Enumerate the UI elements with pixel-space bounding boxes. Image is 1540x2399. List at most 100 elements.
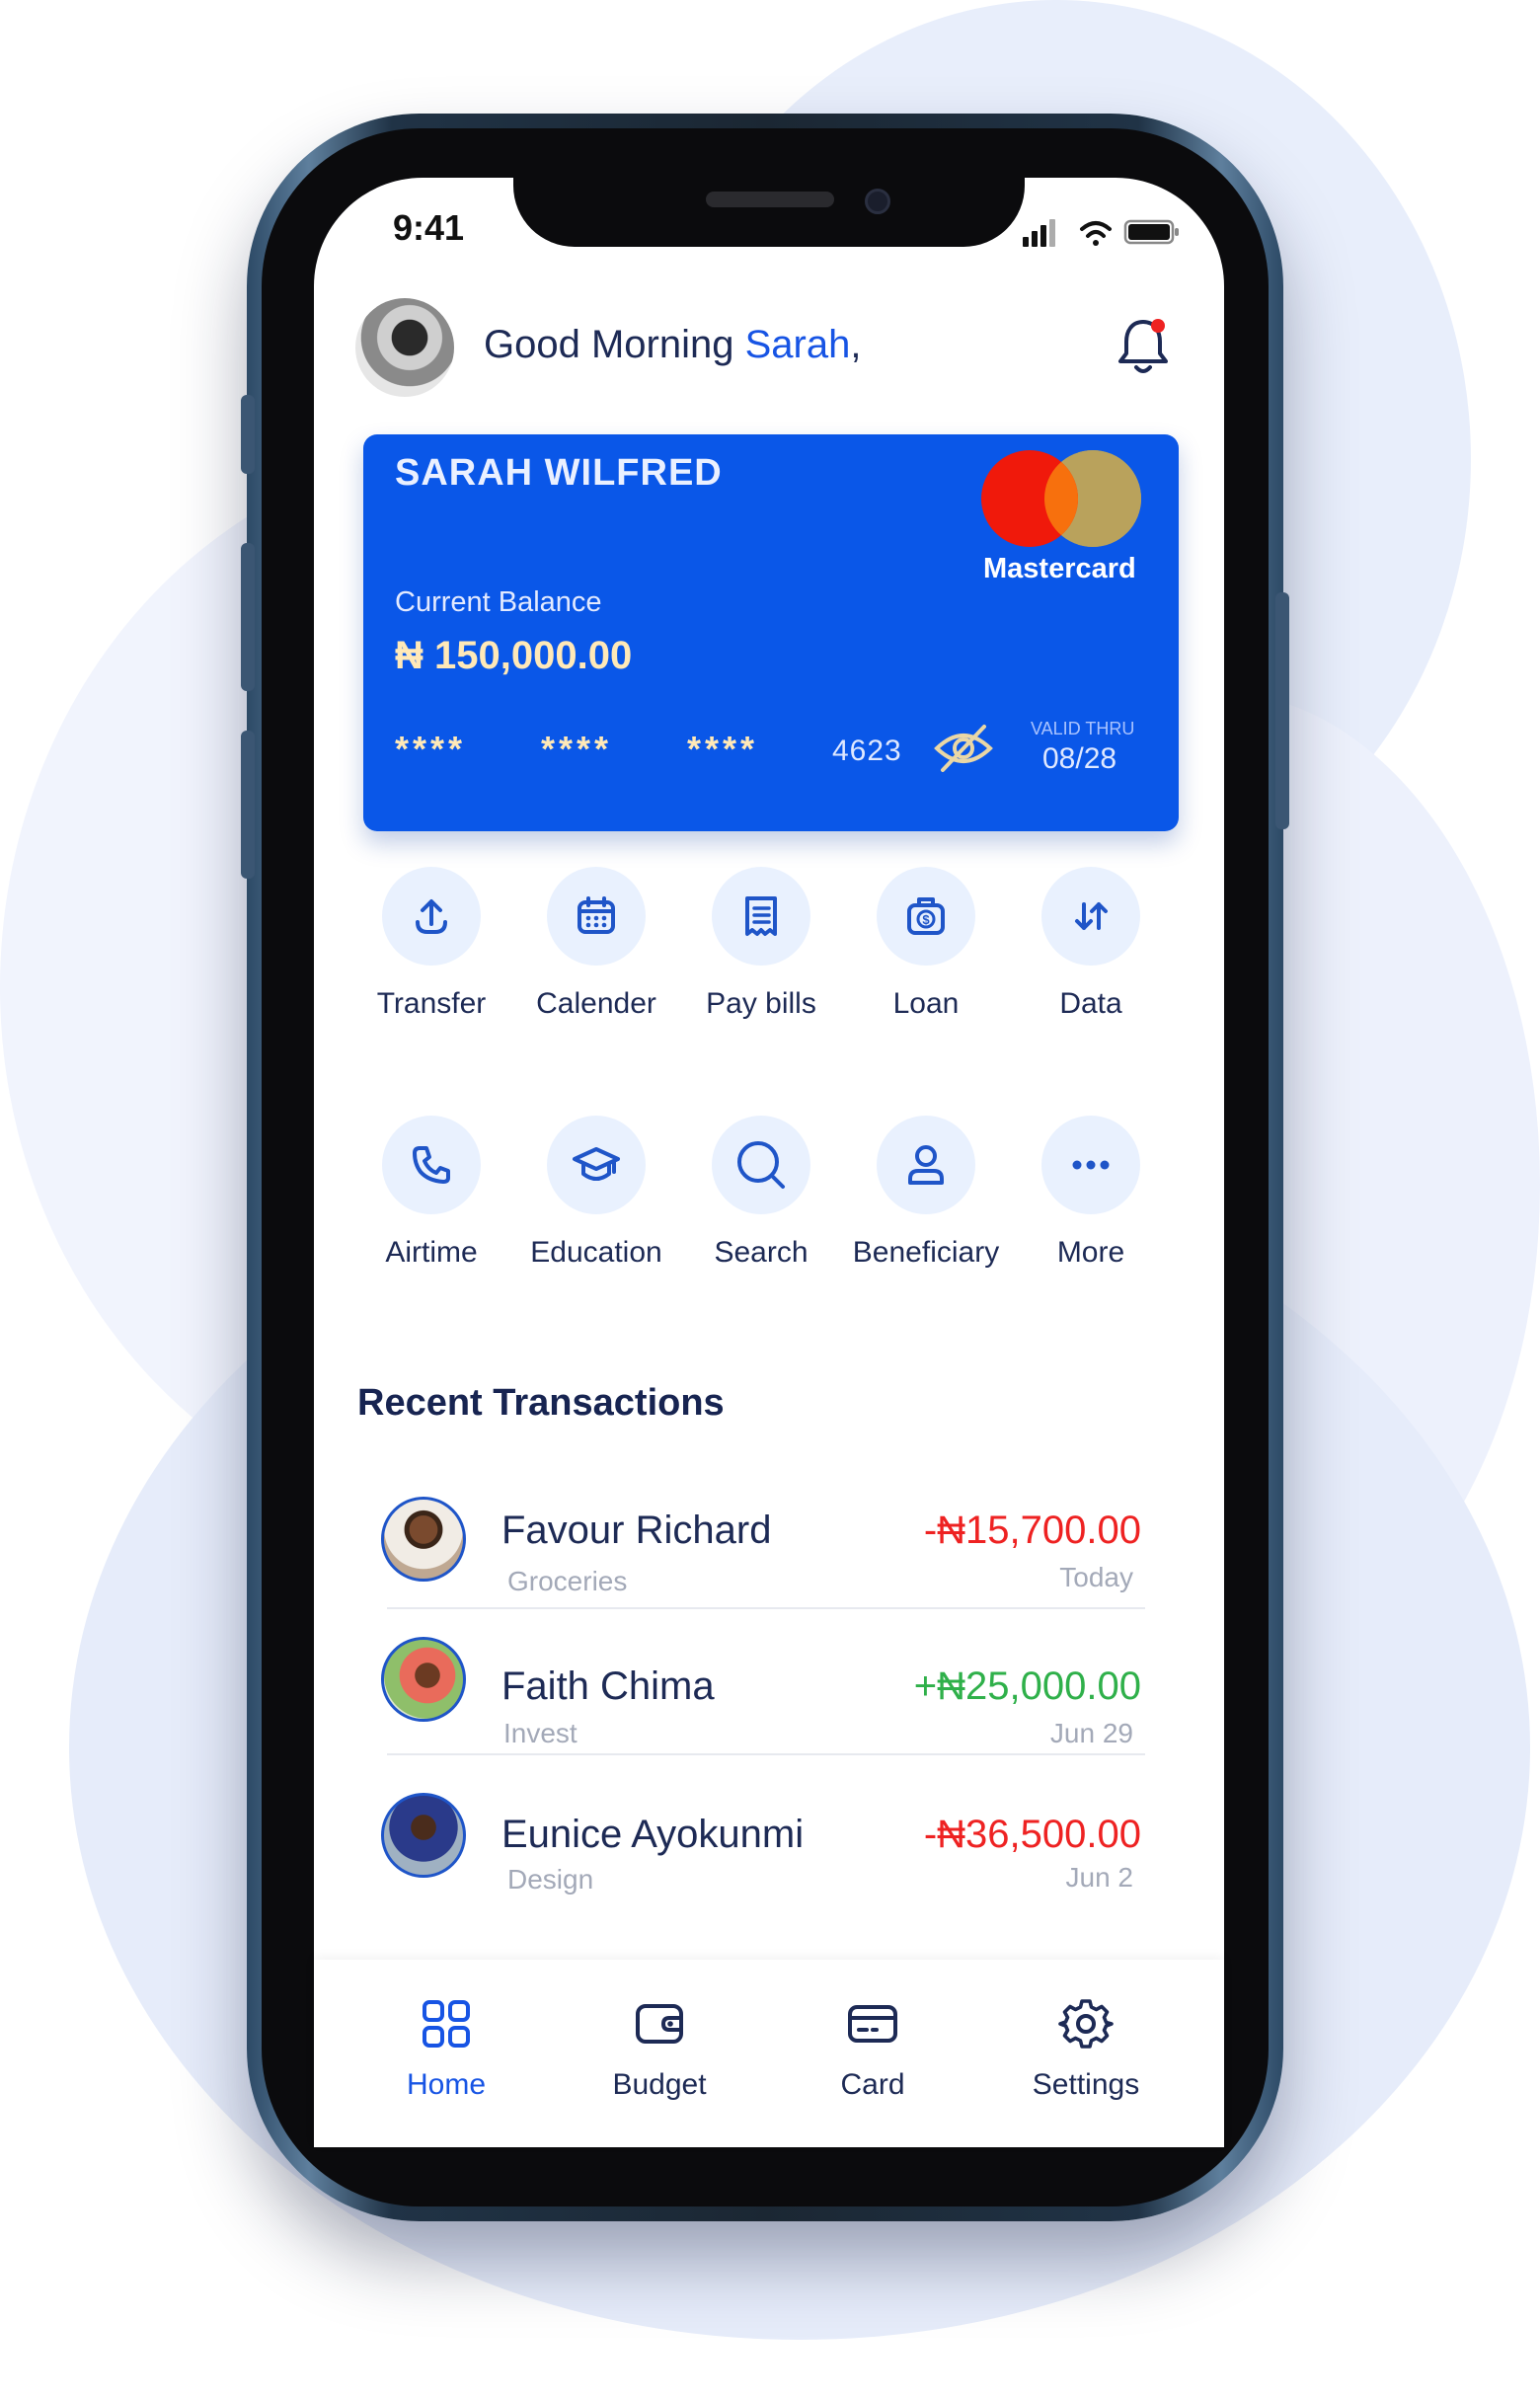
transaction-date: Jun 2 xyxy=(1065,1862,1134,1893)
transaction-amount: -₦36,500.00 xyxy=(923,1813,1141,1856)
action-icon-circle: $ xyxy=(877,867,975,966)
transaction-date: Today xyxy=(1059,1562,1133,1592)
nav-home[interactable]: Home xyxy=(347,1996,545,2102)
wallet-icon xyxy=(636,2004,683,2044)
action-airtime[interactable]: Airtime xyxy=(348,1116,514,1270)
action-label: More xyxy=(1056,1236,1125,1269)
phone-icon xyxy=(413,1146,450,1184)
battery-icon xyxy=(1123,219,1179,245)
action-beneficiary[interactable]: Beneficiary xyxy=(843,1116,1009,1270)
action-label: Education xyxy=(530,1236,662,1269)
card-number-group: **** xyxy=(395,729,467,769)
status-time: 9:41 xyxy=(393,207,465,248)
graduation-cap-icon xyxy=(573,1147,620,1181)
valid-thru-value: 08/28 xyxy=(1042,742,1117,775)
action-search[interactable]: Search xyxy=(678,1116,844,1270)
nav-label: Home xyxy=(406,2068,487,2101)
action-icon-circle xyxy=(547,867,646,966)
transaction-name: Faith Chima xyxy=(501,1664,715,1708)
data-arrows-icon xyxy=(1075,902,1108,930)
divider xyxy=(387,1753,1145,1755)
action-icon-circle xyxy=(382,867,481,966)
action-icon-circle xyxy=(877,1116,975,1214)
transaction-amount: +₦25,000.00 xyxy=(913,1664,1141,1708)
card-brand: Mastercard xyxy=(983,553,1136,584)
transaction-category: Groceries xyxy=(507,1566,628,1596)
grid-icon xyxy=(423,2000,470,2048)
svg-text:$: $ xyxy=(922,912,930,927)
action-pay-bills[interactable]: Pay bills xyxy=(678,867,844,1021)
gear-icon xyxy=(1058,1999,1114,2049)
action-label: Pay bills xyxy=(706,987,816,1020)
transaction-date: Jun 29 xyxy=(1049,1718,1133,1748)
card-last-four: 4623 xyxy=(832,735,902,767)
action-label: Calender xyxy=(536,987,656,1020)
transaction-amount: -₦15,700.00 xyxy=(923,1509,1141,1552)
transaction-name: Favour Richard xyxy=(501,1509,772,1552)
action-label: Beneficiary xyxy=(852,1236,1000,1269)
avatar[interactable] xyxy=(355,298,454,397)
nav-label: Card xyxy=(840,2068,905,2101)
action-icon-circle xyxy=(712,1116,810,1214)
credit-card-icon xyxy=(848,2005,897,2043)
action-icon-circle xyxy=(712,867,810,966)
nav-settings[interactable]: Settings xyxy=(987,1996,1185,2102)
power-button xyxy=(1275,592,1289,829)
action-icon-circle xyxy=(1041,1116,1140,1214)
divider xyxy=(387,1607,1145,1609)
search-icon xyxy=(737,1141,785,1189)
eye-slash-icon[interactable] xyxy=(933,721,994,776)
mastercard-logo-overlap xyxy=(1044,450,1078,547)
greeting: Good Morning Sarah, xyxy=(484,323,861,367)
volume-up-button xyxy=(241,543,255,691)
more-dots-icon xyxy=(1072,1160,1110,1170)
mute-switch xyxy=(241,395,255,474)
action-data[interactable]: Data xyxy=(1008,867,1174,1021)
action-education[interactable]: Education xyxy=(513,1116,679,1270)
notification-bell-icon[interactable] xyxy=(1114,314,1173,379)
balance-value: ₦ 150,000.00 xyxy=(395,634,633,677)
recent-transactions-title: Recent Transactions xyxy=(357,1382,725,1424)
action-calender[interactable]: Calender xyxy=(513,867,679,1021)
volume-down-button xyxy=(241,731,255,879)
transaction-avatar xyxy=(381,1497,466,1582)
action-loan[interactable]: $ Loan xyxy=(843,867,1009,1021)
wifi-icon xyxy=(1080,221,1112,246)
money-bag-icon: $ xyxy=(907,897,945,935)
valid-thru-label: VALID THRU xyxy=(1031,719,1135,738)
nav-label: Budget xyxy=(612,2068,707,2101)
action-label: Airtime xyxy=(385,1236,478,1269)
transaction-avatar xyxy=(381,1793,466,1878)
action-icon-circle xyxy=(1041,867,1140,966)
transaction-category: Design xyxy=(507,1864,594,1895)
nav-budget[interactable]: Budget xyxy=(561,1996,758,2102)
greeting-prefix: Good Morning xyxy=(484,323,745,366)
transaction-category: Invest xyxy=(503,1718,578,1748)
action-icon-circle xyxy=(382,1116,481,1214)
action-label: Search xyxy=(714,1236,808,1269)
action-transfer[interactable]: Transfer xyxy=(348,867,514,1021)
action-more[interactable]: More xyxy=(1008,1116,1174,1270)
receipt-icon xyxy=(745,896,777,936)
speaker xyxy=(706,192,834,207)
greeting-suffix: , xyxy=(850,323,862,366)
upload-icon xyxy=(416,899,447,934)
nav-label: Settings xyxy=(1032,2068,1140,2101)
action-label: Data xyxy=(1059,987,1122,1020)
nav-card[interactable]: Card xyxy=(774,1996,971,2102)
action-label: Transfer xyxy=(376,987,487,1020)
card-holder-name: SARAH WILFRED xyxy=(395,452,723,494)
action-label: Loan xyxy=(892,987,960,1020)
transaction-avatar xyxy=(381,1637,466,1722)
card-number-group: **** xyxy=(541,729,613,769)
notch xyxy=(513,178,1025,247)
user-name: Sarah xyxy=(744,323,851,366)
calendar-icon xyxy=(578,896,615,934)
front-camera xyxy=(865,189,890,214)
transaction-name: Eunice Ayokunmi xyxy=(501,1813,805,1856)
action-icon-circle xyxy=(547,1116,646,1214)
balance-label: Current Balance xyxy=(395,586,602,618)
card-number-group: **** xyxy=(687,729,759,769)
status-icons xyxy=(1023,219,1179,247)
signal-icon xyxy=(1023,219,1055,247)
